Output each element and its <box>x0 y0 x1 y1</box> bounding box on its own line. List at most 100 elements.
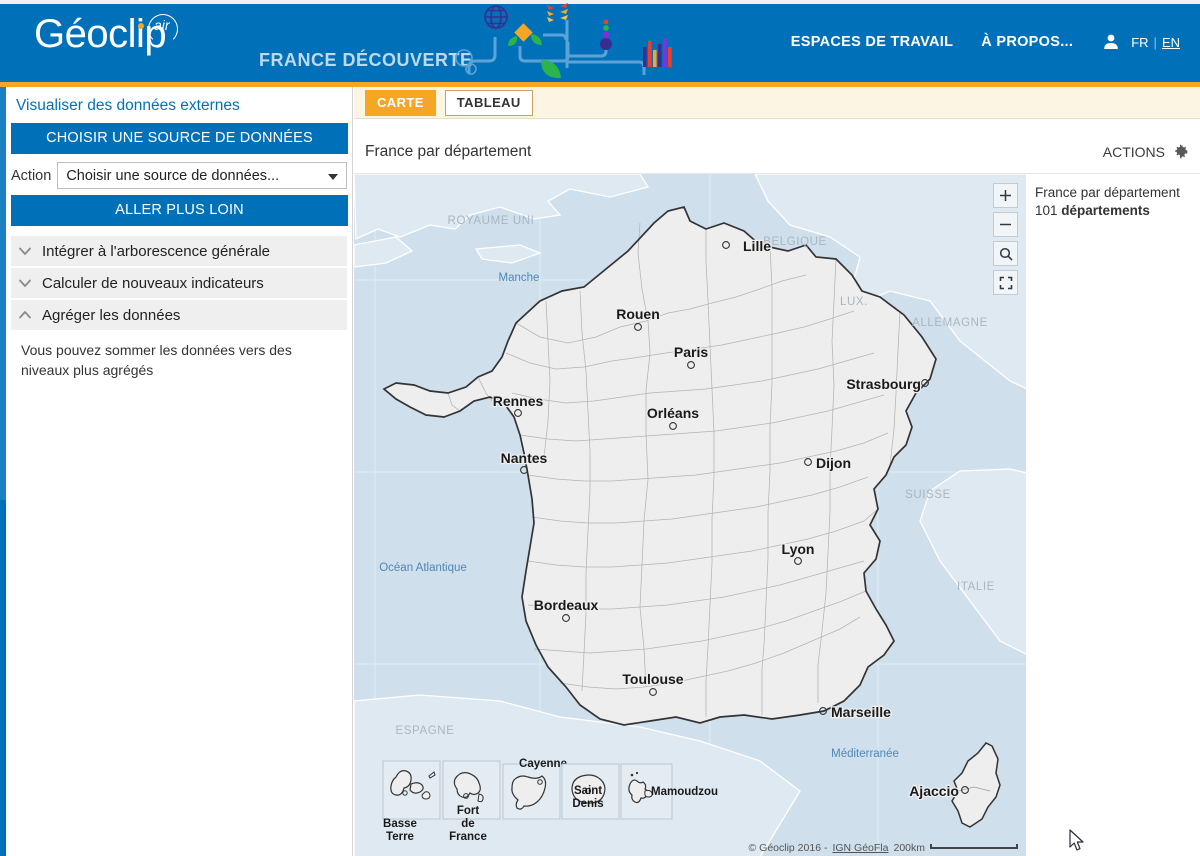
chevron-down-icon <box>328 174 338 180</box>
inset-label-basse: Basse <box>383 818 417 830</box>
action-label: Action <box>11 168 51 184</box>
lang-en[interactable]: EN <box>1162 35 1180 50</box>
accordion-item-calculer[interactable]: Calculer de nouveaux indicateurs <box>11 268 347 300</box>
inset-label-denis: Denis <box>572 798 603 810</box>
attribution-source-link[interactable]: IGN GéoFla <box>832 842 888 854</box>
user-icon <box>1101 32 1121 52</box>
legend-count: 101 départements <box>1035 203 1192 218</box>
nav-espaces-de-travail[interactable]: ESPACES DE TRAVAIL <box>777 34 968 50</box>
city-label-marseille: Marseille <box>831 704 891 720</box>
country-label-allemagne: ALLEMAGNE <box>912 317 988 329</box>
gear-icon <box>1172 143 1189 160</box>
brand-logo-dot <box>138 23 144 29</box>
inset-saint-denis: Saint Denis <box>562 764 619 819</box>
inset-label-fort: Fort <box>457 805 480 817</box>
city-label-toulouse: Toulouse <box>622 671 683 687</box>
attribution-copyright: © Géoclip 2016 - <box>749 842 828 854</box>
lang-fr[interactable]: FR <box>1131 35 1148 50</box>
minus-icon <box>999 218 1012 231</box>
map-titlebar: France par département ACTIONS <box>354 119 1200 173</box>
inset-label-france: France <box>449 831 487 843</box>
city-label-ajaccio: Ajaccio <box>909 783 959 799</box>
map-attribution: © Géoclip 2016 - IGN GéoFla 200km <box>749 842 1019 854</box>
scalebar-label: 200km <box>893 842 925 854</box>
left-sidebar: Visualiser des données externes CHOISIR … <box>6 87 353 856</box>
accordion-item-agreger[interactable]: Agréger les données <box>11 300 347 332</box>
city-label-paris: Paris <box>674 344 708 360</box>
inset-label-terre: Terre <box>386 831 414 843</box>
header-nav: ESPACES DE TRAVAIL À PROPOS... FR | EN <box>777 32 1200 52</box>
app-header: Géoclip air FRANCE DÉCOUVERTE <box>0 0 1200 82</box>
map-legend-panel: France par département 101 départements <box>1026 174 1200 856</box>
lang-separator: | <box>1154 35 1157 50</box>
header-decoration-graphic <box>455 0 695 82</box>
city-label-orleans: Orléans <box>647 405 699 421</box>
city-label-dijon: Dijon <box>816 455 851 471</box>
chevron-up-icon <box>17 307 33 323</box>
plus-icon <box>999 189 1012 202</box>
country-label-lux: LUX. <box>840 296 868 308</box>
city-label-bordeaux: Bordeaux <box>534 597 599 613</box>
data-source-select-value: Choisir une source de données... <box>66 168 279 184</box>
brand-badge-label: air <box>154 17 170 33</box>
brand-badge-air: air <box>146 12 190 44</box>
fullscreen-button[interactable] <box>993 270 1018 295</box>
main-content: CARTE TABLEAU France par département ACT… <box>354 87 1200 856</box>
map-controls <box>993 183 1018 295</box>
nav-a-propos[interactable]: À PROPOS... <box>967 34 1087 50</box>
map-search-button[interactable] <box>993 241 1018 266</box>
actions-button[interactable]: ACTIONS <box>1103 143 1189 160</box>
chevron-down-icon <box>17 275 33 291</box>
country-label-royaume-uni: ROYAUME UNI <box>448 215 535 227</box>
page-title: France par département <box>365 143 531 161</box>
actions-label: ACTIONS <box>1103 144 1165 160</box>
legend-count-number: 101 <box>1035 203 1058 218</box>
choose-data-source-button[interactable]: CHOISIR UNE SOURCE DE DONNÉES <box>11 123 348 154</box>
accordion-item-integrer-label: Intégrer à l'arborescence générale <box>42 243 270 260</box>
legend-count-unit: départements <box>1061 203 1150 218</box>
search-icon <box>999 247 1013 261</box>
zoom-in-button[interactable] <box>993 183 1018 208</box>
inset-label-mamoudzou: Mamoudzou <box>651 786 718 798</box>
inset-cayenne: Cayenne <box>503 758 567 819</box>
scalebar <box>930 844 1018 849</box>
mouse-pointer <box>1069 829 1087 854</box>
inset-label-cayenne: Cayenne <box>519 758 567 770</box>
city-label-rouen: Rouen <box>616 306 660 322</box>
sidebar-title: Visualiser des données externes <box>6 87 352 121</box>
sea-label-manche: Manche <box>499 272 540 284</box>
sea-label-atlantique: Océan Atlantique <box>379 562 467 574</box>
country-label-belgique: BELGIQUE <box>763 236 827 248</box>
accordion-item-integrer[interactable]: Intégrer à l'arborescence générale <box>11 236 347 268</box>
tab-carte[interactable]: CARTE <box>365 90 436 116</box>
action-row: Action Choisir une source de données... <box>11 162 347 189</box>
inset-label-de: de <box>461 818 474 830</box>
accordion-body-text: Vous pouvez sommer les données vers des … <box>11 332 347 381</box>
application-window: Géoclip air FRANCE DÉCOUVERTE <box>0 0 1200 856</box>
view-tabbar: CARTE TABLEAU <box>354 87 1200 119</box>
chevron-down-icon <box>17 243 33 259</box>
city-label-lyon: Lyon <box>782 541 815 557</box>
country-label-italie: ITALIE <box>957 581 995 593</box>
accordion-item-calculer-label: Calculer de nouveaux indicateurs <box>42 275 264 292</box>
country-label-suisse: SUISSE <box>905 489 951 501</box>
fullscreen-icon <box>999 276 1013 290</box>
city-label-nantes: Nantes <box>501 450 548 466</box>
inset-label-saint: Saint <box>574 785 602 797</box>
language-switcher: FR | EN <box>1131 35 1200 50</box>
city-label-lille: Lille <box>743 238 771 254</box>
city-label-rennes: Rennes <box>493 393 544 409</box>
data-source-select[interactable]: Choisir une source de données... <box>57 162 347 189</box>
city-label-strasbourg: Strasbourg <box>846 376 921 392</box>
tab-tableau[interactable]: TABLEAU <box>445 90 533 116</box>
sea-label-mediterranee: Méditerranée <box>831 748 899 760</box>
go-further-button[interactable]: ALLER PLUS LOIN <box>11 195 348 226</box>
app-subtitle-text: FRANCE DÉCOUVERTE <box>259 50 473 70</box>
zoom-out-button[interactable] <box>993 212 1018 237</box>
app-subtitle: FRANCE DÉCOUVERTE <box>259 50 473 71</box>
accordion-item-agreger-label: Agréger les données <box>42 307 180 324</box>
country-label-espagne: ESPAGNE <box>396 725 455 737</box>
user-account-button[interactable] <box>1087 32 1131 52</box>
map-viewport[interactable]: Manche Océan Atlantique Méditerranée ROY… <box>354 173 1200 856</box>
legend-title: France par département <box>1035 183 1192 203</box>
